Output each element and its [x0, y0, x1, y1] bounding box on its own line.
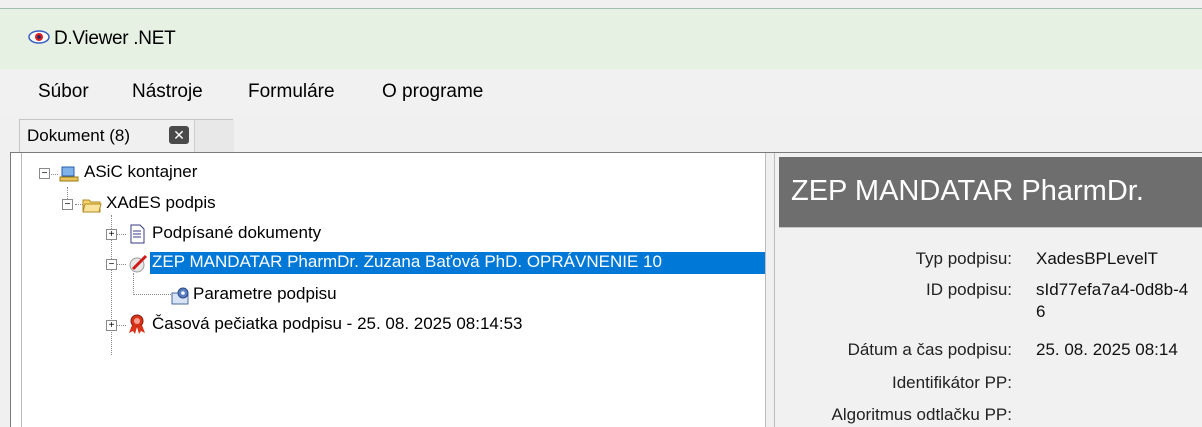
- collapse-toggle[interactable]: −: [62, 199, 73, 210]
- tree-node-signed-documents[interactable]: Podpísané dokumenty: [152, 223, 321, 243]
- document-icon: [130, 224, 145, 244]
- tree-line: [116, 234, 126, 235]
- value-signature-datetime: 25. 08. 2025 08:14: [1036, 340, 1178, 359]
- settings-icon: [171, 287, 189, 305]
- tab-label: Dokument (8): [27, 126, 130, 145]
- title-bar: D.Viewer .NET: [0, 8, 1202, 69]
- label-signature-id: ID podpisu:: [926, 280, 1012, 299]
- label-signature-datetime: Dátum a čas podpisu:: [847, 340, 1012, 359]
- details-title: ZEP MANDATAR PharmDr.: [791, 175, 1144, 207]
- tree-line: [116, 264, 126, 265]
- folder-open-icon: [82, 199, 102, 213]
- tree-node-timestamp[interactable]: Časová pečiatka podpisu - 25. 08. 2025 0…: [152, 314, 523, 334]
- timestamp-seal-icon: [129, 314, 145, 334]
- pane-splitter[interactable]: [765, 153, 775, 427]
- menu-item-nastroje[interactable]: Nástroje: [132, 81, 203, 103]
- value-signature-id-continued: 6: [1036, 302, 1046, 321]
- collapse-toggle[interactable]: −: [39, 168, 50, 179]
- label-signature-type: Typ podpisu:: [915, 249, 1012, 268]
- details-header: ZEP MANDATAR PharmDr.: [779, 157, 1202, 227]
- window-title: D.Viewer .NET: [54, 28, 176, 49]
- tree-view[interactable]: − ASiC kontajner − XAdES podpis + Podpís…: [21, 153, 766, 427]
- tab-spacer: [194, 120, 234, 153]
- menu-item-formulare[interactable]: Formuláre: [248, 81, 335, 103]
- menu-item-o-programe[interactable]: O programe: [382, 81, 483, 103]
- eye-icon: [28, 30, 50, 44]
- container-icon: [59, 166, 79, 182]
- tab-dokument[interactable]: Dokument (8) ✕: [19, 119, 234, 153]
- expand-toggle[interactable]: +: [106, 320, 117, 331]
- value-signature-id: sId77efa7a4-0d8b-4: [1036, 280, 1189, 299]
- tree-node-xades[interactable]: XAdES podpis: [106, 193, 216, 213]
- label-pp-identifier: Identifikátor PP:: [891, 373, 1012, 392]
- details-pane: ZEP MANDATAR PharmDr. Typ podpisu: Xades…: [775, 153, 1202, 427]
- tree-node-asic[interactable]: ASiC kontajner: [84, 162, 197, 182]
- expand-toggle[interactable]: +: [106, 229, 117, 240]
- divider: [779, 227, 1202, 228]
- tree-line: [133, 273, 134, 295]
- close-icon[interactable]: ✕: [169, 126, 189, 144]
- tab-strip: Dokument (8) ✕: [0, 115, 1202, 153]
- collapse-toggle[interactable]: −: [106, 259, 117, 270]
- signature-pen-icon: [129, 254, 148, 273]
- tree-line: [116, 325, 126, 326]
- tree-line: [133, 294, 171, 295]
- tree-node-signature-parameters[interactable]: Parametre podpisu: [193, 284, 337, 304]
- menu-item-subor[interactable]: Súbor: [38, 81, 89, 103]
- value-signature-type: XadesBPLevelT: [1036, 249, 1158, 268]
- label-pp-hash-algorithm: Algoritmus odtlačku PP:: [831, 405, 1012, 424]
- menu-bar: Súbor Nástroje Formuláre O programe: [0, 69, 1202, 115]
- tree-node-signature-selected[interactable]: ZEP MANDATAR PharmDr. Zuzana Baťová PhD.…: [150, 252, 766, 274]
